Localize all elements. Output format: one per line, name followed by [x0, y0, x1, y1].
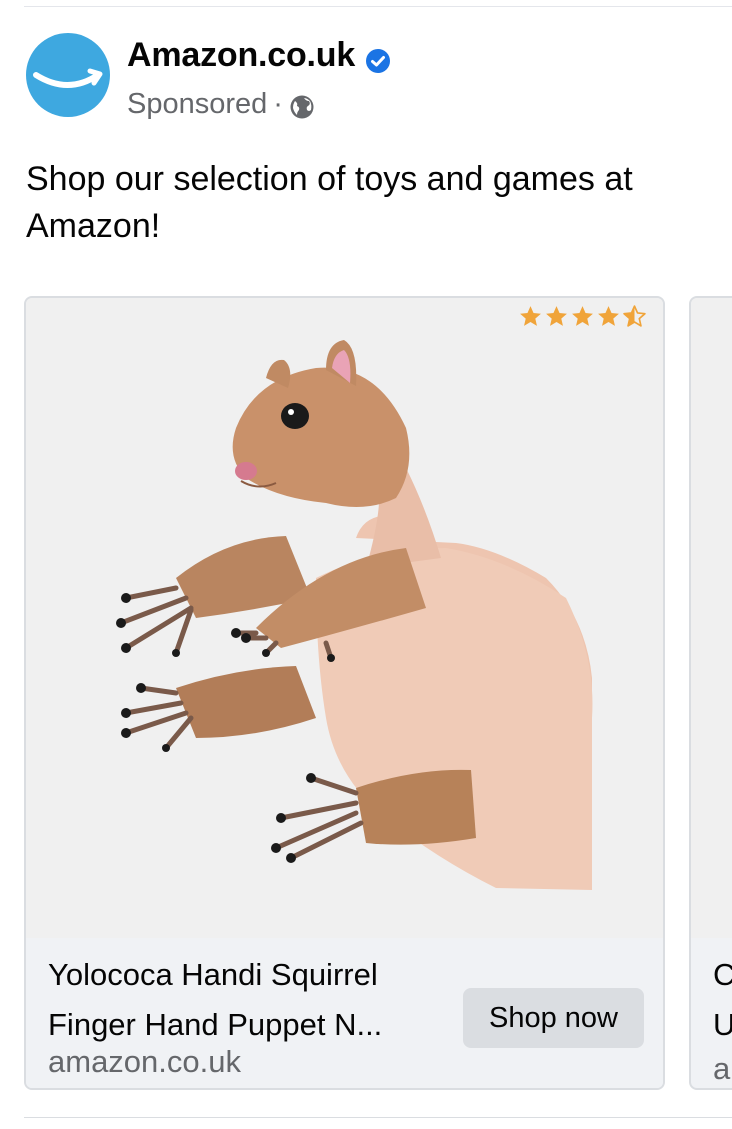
sponsored-label[interactable]: Sponsored	[127, 84, 267, 124]
product-title-line-1: Yolococa Handi Squirrel	[48, 957, 378, 992]
shop-now-button[interactable]: Shop now	[463, 988, 644, 1048]
star-full-icon	[546, 306, 567, 326]
post-message: Shop our selection of toys and games at …	[26, 160, 633, 245]
meta-separator: ·	[273, 88, 283, 120]
next-product-title-line-2: U	[713, 1000, 732, 1050]
product-image[interactable]	[26, 298, 663, 938]
star-full-icon	[598, 306, 619, 326]
next-product-image[interactable]	[691, 298, 732, 938]
card-footer[interactable]: Yolococa Handi Squirrel Finger Hand Pupp…	[26, 938, 663, 1088]
sponsored-post: Amazon.co.uk Sponsored · Shop our select…	[0, 0, 732, 1129]
product-title[interactable]: Yolococa Handi Squirrel Finger Hand Pupp…	[48, 950, 448, 1050]
next-product-title-line-1: C	[713, 950, 732, 1000]
page-name-row: Amazon.co.uk	[127, 33, 391, 77]
product-domain: amazon.co.uk	[48, 1044, 241, 1079]
star-half-icon	[623, 305, 646, 327]
top-divider	[24, 6, 732, 7]
star-full-icon	[520, 306, 541, 326]
squirrel-puppet-illustration	[116, 340, 593, 890]
bottom-divider	[24, 1117, 732, 1118]
page-avatar[interactable]	[26, 33, 110, 117]
amazon-logo-icon	[33, 68, 103, 88]
post-meta: Sponsored ·	[127, 84, 315, 124]
verified-check-icon	[365, 41, 391, 73]
page-name-link[interactable]: Amazon.co.uk	[127, 33, 355, 77]
star-rating	[518, 304, 647, 329]
star-full-icon	[572, 306, 593, 326]
carousel-card[interactable]: Yolococa Handi Squirrel Finger Hand Pupp…	[24, 296, 665, 1090]
next-product-domain: a	[713, 1051, 731, 1086]
globe-icon[interactable]	[289, 91, 315, 119]
carousel-card-next[interactable]: C U a	[689, 296, 732, 1090]
